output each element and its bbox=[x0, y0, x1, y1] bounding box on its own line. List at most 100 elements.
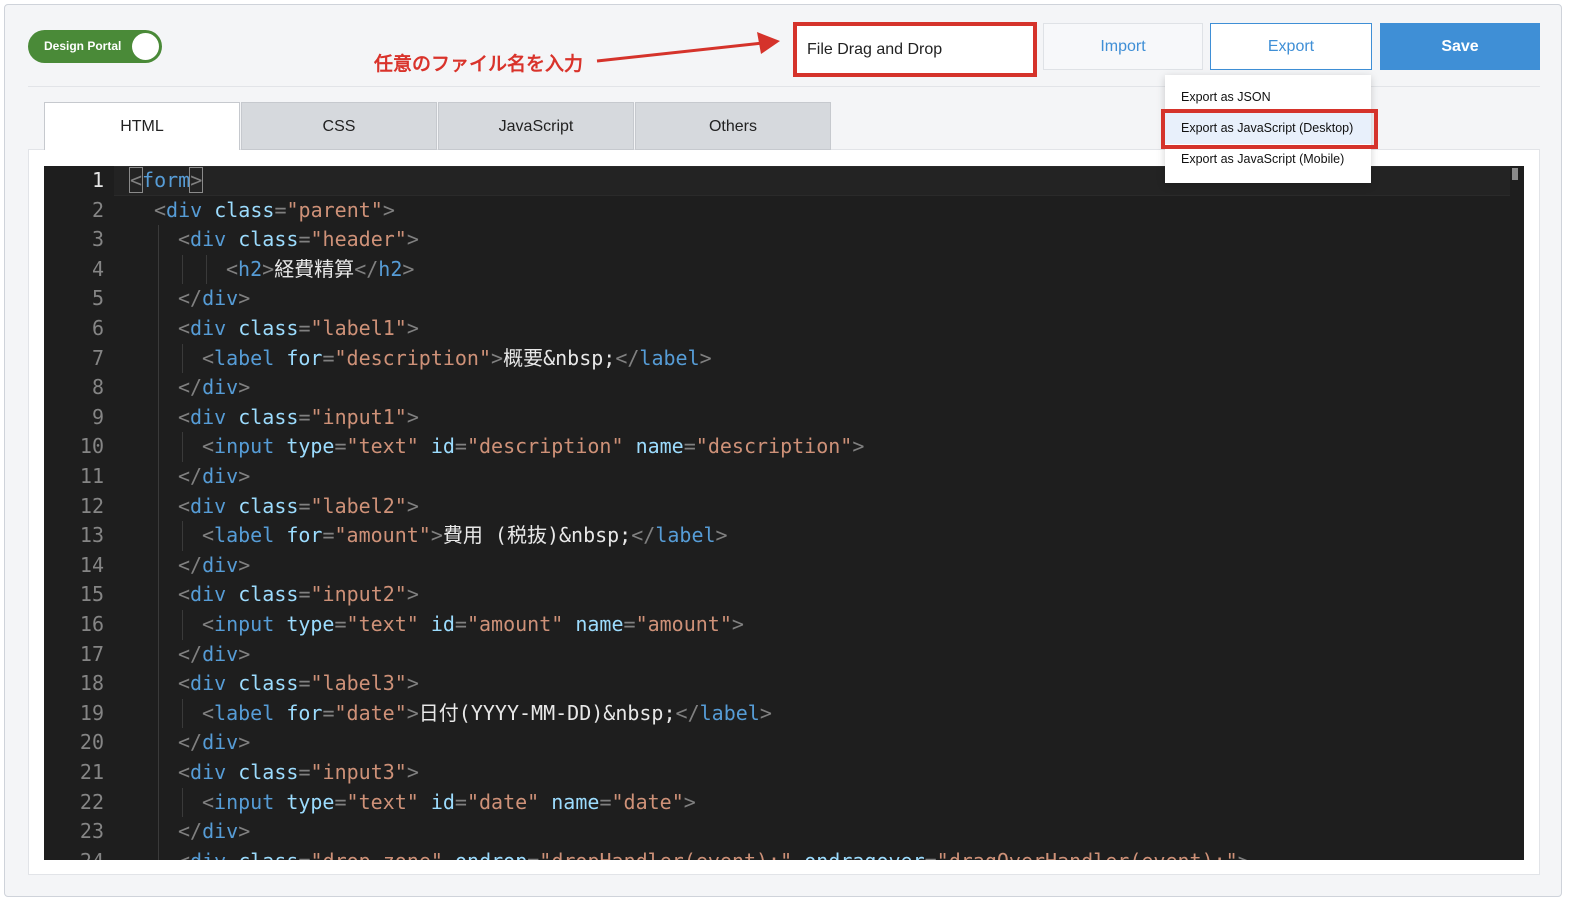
code-line: 4 <h2>経費精算</h2> bbox=[44, 254, 1524, 285]
line-number: 4 bbox=[91, 256, 104, 281]
code-text: <input type="text" id="description" name… bbox=[202, 432, 864, 462]
code-token: = bbox=[298, 671, 311, 696]
code-text: </div> bbox=[178, 462, 250, 492]
code-token: div bbox=[190, 227, 227, 252]
code-text: <div class="label1"> bbox=[178, 314, 419, 344]
tab-html[interactable]: HTML bbox=[44, 102, 240, 150]
export-javascript-mobile-item[interactable]: Export as JavaScript (Mobile) bbox=[1165, 144, 1371, 175]
code-token: for bbox=[286, 345, 323, 370]
code-text: <label for="amount">費用 (税抜)&nbsp;</label… bbox=[202, 521, 728, 551]
line-number: 2 bbox=[91, 197, 104, 222]
code-token: id bbox=[430, 789, 455, 814]
code-token: 費用 (税抜)&nbsp; bbox=[442, 523, 632, 548]
code-token: = bbox=[334, 789, 347, 814]
code-token: < bbox=[178, 849, 190, 860]
code-token: div bbox=[190, 671, 227, 696]
code-token: class bbox=[238, 760, 299, 784]
code-token: class bbox=[238, 671, 299, 696]
line-number: 18 bbox=[79, 671, 104, 696]
indent-guide bbox=[182, 787, 183, 818]
code-token: "drop_zone" bbox=[310, 849, 442, 860]
line-number: 1 bbox=[91, 168, 104, 192]
code-token: < bbox=[178, 582, 191, 607]
code-line: 3 <div class="header"> bbox=[44, 225, 1524, 255]
code-token: </ bbox=[178, 552, 203, 577]
code-token: div bbox=[202, 464, 239, 488]
code-token: div bbox=[202, 286, 239, 311]
code-token: = bbox=[298, 404, 311, 429]
indent-guide bbox=[182, 698, 183, 729]
code-token: > bbox=[406, 700, 419, 725]
import-button[interactable]: Import bbox=[1043, 23, 1203, 70]
line-number: 13 bbox=[79, 523, 104, 548]
line-number: 23 bbox=[79, 819, 104, 844]
export-dropdown-menu: Export as JSON Export as JavaScript (Des… bbox=[1165, 75, 1371, 183]
code-token: form bbox=[142, 168, 191, 192]
code-text: <div class="input1"> bbox=[178, 403, 419, 433]
code-line: 20 </div> bbox=[44, 728, 1524, 758]
code-token: </ bbox=[354, 256, 379, 281]
code-token: > bbox=[189, 167, 204, 193]
code-line: 22 <input type="text" id="date" name="dat… bbox=[44, 787, 1524, 818]
code-token: > bbox=[238, 375, 251, 400]
tab-others[interactable]: Others bbox=[635, 102, 831, 150]
indent-guide bbox=[158, 254, 159, 285]
code-token: name bbox=[575, 612, 624, 636]
code-line: 15 <div class="input2"> bbox=[44, 580, 1524, 610]
code-token: < bbox=[202, 789, 215, 814]
code-token: div bbox=[190, 316, 227, 340]
code-token: < bbox=[226, 256, 239, 281]
code-token: div bbox=[190, 404, 227, 429]
indent-guide bbox=[182, 432, 183, 462]
code-line: 10 <input type="text" id="description" na… bbox=[44, 432, 1524, 462]
code-token: class bbox=[238, 493, 299, 518]
code-token: < bbox=[178, 671, 191, 696]
tab-css[interactable]: CSS bbox=[241, 102, 437, 150]
code-line: 24<div class="drop_zone" ondrop="dropHan… bbox=[44, 846, 1524, 860]
code-editor[interactable]: 1 <form> 2 <div class="parent"> 3 <div class=… bbox=[44, 166, 1524, 860]
code-token: > bbox=[683, 789, 696, 814]
export-button[interactable]: Export bbox=[1210, 23, 1372, 70]
code-token: "amount" bbox=[635, 612, 732, 636]
filename-input[interactable] bbox=[805, 32, 1029, 68]
save-button[interactable]: Save bbox=[1380, 23, 1540, 70]
code-token: div bbox=[202, 641, 239, 666]
code-token: type bbox=[286, 612, 335, 636]
code-token: > bbox=[402, 256, 415, 281]
code-token: > bbox=[406, 671, 419, 696]
code-token: class bbox=[238, 582, 299, 607]
line-number: 3 bbox=[91, 227, 104, 252]
code-token: = bbox=[298, 760, 311, 784]
code-token: div bbox=[190, 849, 226, 860]
code-line: 23 </div> bbox=[44, 817, 1524, 847]
code-token: > bbox=[699, 345, 712, 370]
code-token: name bbox=[635, 434, 684, 459]
export-javascript-desktop-item[interactable]: Export as JavaScript (Desktop) bbox=[1165, 113, 1371, 144]
code-text: <div class="label2"> bbox=[178, 492, 419, 522]
code-text: </div> bbox=[178, 551, 250, 581]
code-token: < bbox=[202, 612, 215, 636]
code-token: > bbox=[382, 197, 395, 222]
toggle-knob bbox=[132, 33, 159, 60]
code-token: "amount" bbox=[334, 523, 431, 548]
line-number: 6 bbox=[91, 316, 104, 340]
code-text: <label for="date">日付(YYYY-MM-DD)&nbsp;</… bbox=[202, 699, 772, 729]
code-line: 7 <label for="description">概要&nbsp;</labe… bbox=[44, 343, 1524, 374]
tab-javascript[interactable]: JavaScript bbox=[438, 102, 634, 150]
code-text: <form> bbox=[128, 166, 204, 196]
code-token: = bbox=[454, 612, 467, 636]
export-json-item[interactable]: Export as JSON bbox=[1165, 82, 1371, 113]
code-token: class bbox=[214, 197, 275, 222]
code-token: ondrop bbox=[455, 849, 527, 860]
code-token: = bbox=[298, 582, 311, 607]
design-portal-toggle[interactable]: Design Portal bbox=[28, 30, 162, 63]
indent-guide bbox=[158, 284, 159, 314]
